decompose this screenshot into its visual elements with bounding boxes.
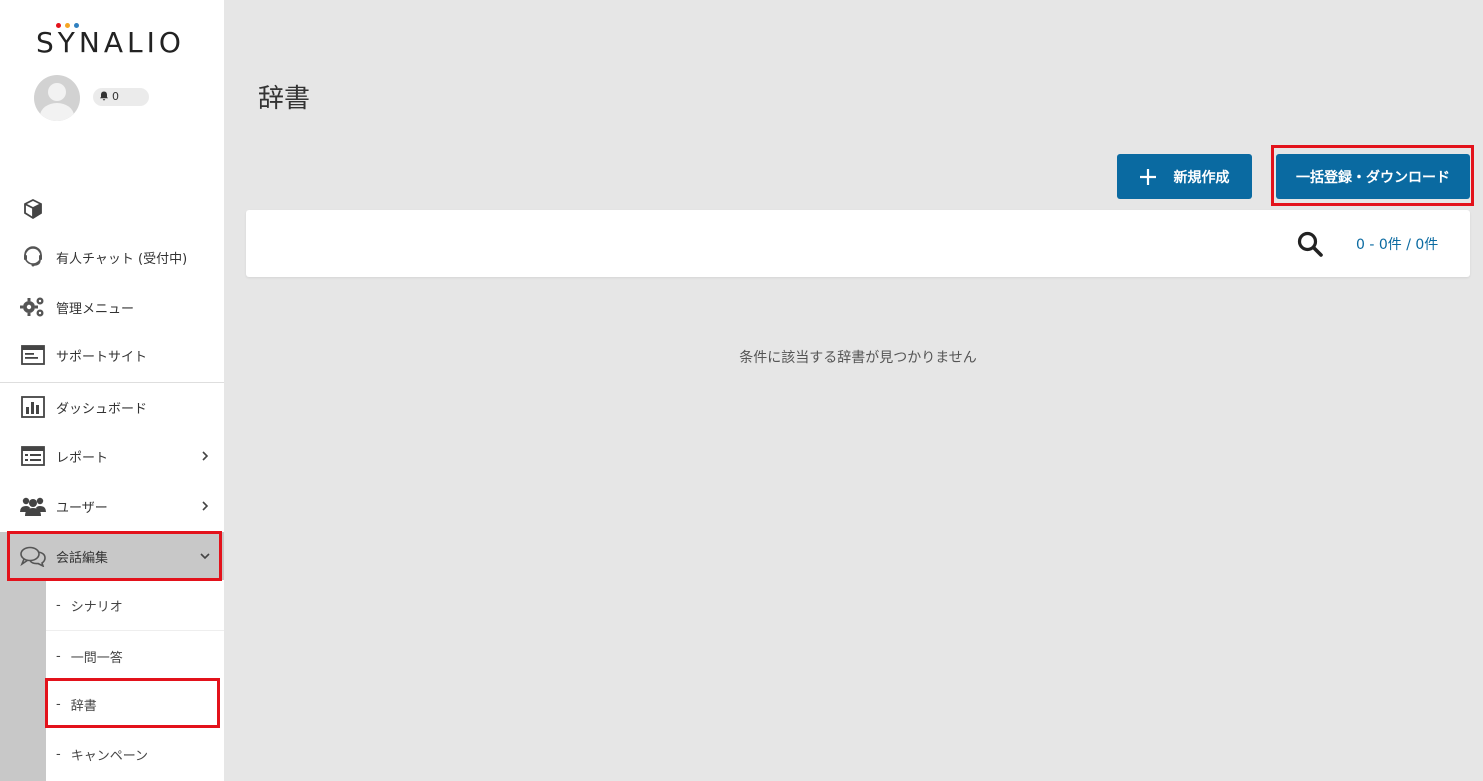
page-title: 辞書 [258, 84, 311, 114]
chevron-right-icon [202, 501, 209, 511]
sidebar-item-conversation-edit[interactable]: 会話編集 [0, 532, 224, 580]
sidebar-item-report[interactable]: レポート [0, 432, 224, 480]
logo-text-y: Y [55, 23, 79, 59]
avatar[interactable] [34, 75, 80, 121]
chevron-right-icon [202, 451, 209, 461]
bell-icon [100, 91, 108, 101]
result-count: 0 - 0件 / 0件 [1356, 237, 1439, 253]
sidebar-item-users[interactable]: ユーザー [0, 482, 224, 530]
sidebar-item-label: レポート [56, 450, 109, 466]
submenu-gutter [0, 580, 46, 781]
logo-text-start: S [36, 26, 58, 59]
bulk-register-download-button[interactable]: 一括登録・ダウンロード [1276, 154, 1470, 199]
users-icon [20, 493, 46, 519]
sidebar-item-support-site[interactable]: サポートサイト [0, 331, 224, 379]
new-create-button[interactable]: 新規作成 [1117, 154, 1252, 199]
bar-chart-icon [20, 394, 46, 420]
sidebar-item-home[interactable] [0, 185, 224, 233]
cube-icon [20, 196, 46, 222]
sidebar-item-label: サポートサイト [56, 349, 148, 365]
list-icon [20, 443, 46, 469]
sidebar-item-admin-menu[interactable]: 管理メニュー [0, 283, 224, 331]
search-icon[interactable] [1296, 230, 1324, 258]
synalio-logo[interactable]: SY NALIO [36, 23, 185, 59]
submenu-item-qa[interactable]: - 一問一答 [46, 631, 224, 681]
plus-icon [1139, 168, 1156, 185]
sidebar-item-live-chat[interactable]: 有人チャット (受付中) [0, 233, 224, 281]
empty-results-message: 条件に該当する辞書が見つかりません [739, 350, 977, 366]
notification-count: 0 [112, 90, 119, 103]
sidebar-item-label: ユーザー [56, 500, 108, 516]
sidebar-item-label: 会話編集 [56, 550, 109, 566]
submenu-item-campaign[interactable]: - キャンペーン [46, 729, 224, 779]
submenu-item-scenario[interactable]: - シナリオ [46, 580, 224, 630]
sidebar-item-label: 管理メニュー [56, 301, 135, 317]
chat-bubbles-icon [20, 543, 46, 569]
browser-window-icon [20, 342, 46, 368]
sidebar-item-dashboard[interactable]: ダッシュボード [0, 383, 224, 431]
notification-badge[interactable]: 0 [93, 88, 149, 106]
gears-icon [20, 294, 46, 320]
sidebar: SY NALIO 0 有人チャット (受付中) 管理メニュー サポートサイト ダ… [0, 0, 224, 781]
logo-text-end: NALIO [78, 26, 185, 59]
sidebar-item-label: 有人チャット (受付中) [56, 251, 188, 267]
operator-headset-icon [20, 244, 46, 270]
sidebar-item-label: ダッシュボード [56, 401, 148, 417]
submenu-item-dictionary[interactable]: - 辞書 [46, 679, 224, 729]
search-bar: 0 - 0件 / 0件 [246, 210, 1470, 277]
chevron-down-icon [200, 553, 210, 560]
